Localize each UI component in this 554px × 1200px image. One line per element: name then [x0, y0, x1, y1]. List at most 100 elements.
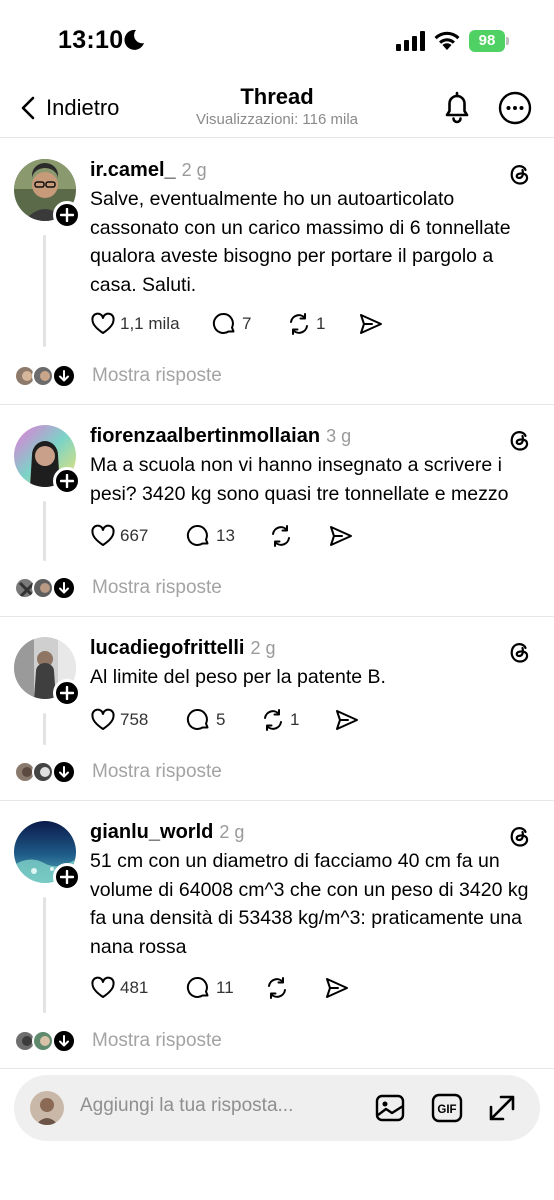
comment-icon [186, 525, 209, 546]
threads-logo-icon[interactable] [506, 161, 532, 187]
send-icon [326, 978, 348, 998]
follow-button[interactable] [53, 679, 81, 707]
reply-post: ir.camel_ 2 g Salve, eventualmente ho un … [0, 139, 554, 405]
follow-button[interactable] [53, 863, 81, 891]
like-button[interactable]: 1,1 mila [90, 311, 180, 337]
like-button[interactable]: 667 [90, 523, 148, 549]
image-icon[interactable] [374, 1092, 406, 1124]
battery-indicator: 98 [469, 30, 509, 52]
threads-logo-icon[interactable] [506, 639, 532, 665]
username-row[interactable]: fiorenzaalbertinmollaian 3 g [90, 425, 351, 448]
follow-button[interactable] [53, 467, 81, 495]
repost-icon [264, 709, 282, 731]
arrow-down-icon [52, 1029, 76, 1053]
arrow-down-icon [52, 364, 76, 388]
home-indicator-area [0, 1160, 554, 1200]
moon-icon [124, 29, 144, 50]
post-time: 2 g [250, 638, 276, 658]
username: ir.camel_ [90, 159, 176, 181]
username: lucadiegofrittelli [90, 637, 245, 659]
share-button[interactable] [324, 975, 350, 1001]
comment-button[interactable]: 13 [186, 523, 235, 549]
show-replies-row[interactable]: Mostra risposte [14, 573, 254, 603]
post-time: 3 g [326, 426, 352, 446]
mini-avatar [32, 1030, 54, 1052]
like-count: 481 [120, 978, 149, 997]
send-icon [360, 314, 382, 334]
more-options-icon[interactable] [498, 91, 532, 125]
repost-icon [290, 313, 308, 335]
thread-line [43, 897, 46, 1013]
comment-count: 11 [216, 978, 234, 997]
reply-post: fiorenzaalbertinmollaian 3 g Ma a scuola … [0, 405, 554, 617]
repost-icon [272, 525, 290, 547]
like-button[interactable]: 758 [90, 707, 148, 733]
reply-post: gianlu_world 2 g 51 cm con un diametro di… [0, 801, 554, 1069]
username-row[interactable]: ir.camel_ 2 g [90, 159, 207, 182]
post-actions: 481 11 [90, 975, 390, 1005]
share-button[interactable] [334, 707, 360, 733]
show-replies-link: Mostra risposte [92, 577, 222, 598]
show-replies-link: Mostra risposte [92, 365, 222, 386]
post-text: 51 cm con un diametro di facciamo 40 cm … [90, 850, 529, 958]
share-button[interactable] [328, 523, 354, 549]
heart-icon [91, 524, 115, 546]
show-replies-link: Mostra risposte [92, 761, 222, 782]
reply-post: lucadiegofrittelli 2 g Al limite del peso… [0, 617, 554, 801]
avatar [30, 1091, 64, 1125]
gif-icon[interactable]: GIF [431, 1092, 463, 1124]
repost-button[interactable]: 1 [286, 311, 325, 337]
show-replies-link: Mostra risposte [92, 1030, 222, 1051]
repost-button[interactable] [268, 523, 294, 549]
repost-icon [268, 977, 286, 999]
bell-icon[interactable] [441, 90, 473, 124]
comment-count: 5 [216, 710, 226, 729]
send-icon [336, 710, 358, 730]
comment-icon [212, 313, 235, 334]
follow-button[interactable] [53, 201, 81, 229]
username-row[interactable]: gianlu_world 2 g [90, 821, 244, 844]
repost-button[interactable] [264, 975, 290, 1001]
like-count: 1,1 mila [120, 314, 180, 333]
thread-line [43, 501, 46, 561]
arrow-down-icon [52, 760, 76, 784]
like-count: 667 [120, 526, 149, 545]
svg-text:GIF: GIF [437, 1104, 456, 1116]
post-text: Salve, eventualmente ho un autoarticolat… [90, 188, 511, 296]
plus-icon [60, 870, 74, 884]
threads-logo-icon[interactable] [506, 823, 532, 849]
plus-icon [60, 208, 74, 222]
arrow-down-icon [52, 576, 76, 600]
threads-logo-icon[interactable] [506, 427, 532, 453]
post-actions: 1,1 mila 7 1 [90, 311, 390, 341]
comment-count: 7 [242, 314, 252, 333]
battery-level: 98 [469, 30, 505, 52]
show-replies-row[interactable]: Mostra risposte [14, 361, 254, 391]
reply-input[interactable] [80, 1095, 360, 1117]
cellular-signal-icon [396, 31, 425, 51]
thread-line [43, 235, 46, 347]
wifi-icon [434, 31, 460, 50]
mini-avatar [32, 365, 54, 387]
post-actions: 667 13 [90, 523, 390, 553]
status-bar: 13:10 98 [0, 0, 554, 80]
show-replies-row[interactable]: Mostra risposte [14, 1026, 254, 1056]
comment-button[interactable]: 7 [212, 311, 251, 337]
like-button[interactable]: 481 [90, 975, 148, 1001]
comment-button[interactable]: 11 [186, 975, 234, 1001]
show-replies-row[interactable]: Mostra risposte [14, 757, 254, 787]
status-time: 13:10 [58, 26, 124, 54]
repost-count: 1 [316, 314, 326, 333]
like-count: 758 [120, 710, 149, 729]
share-button[interactable] [358, 311, 384, 337]
post-text: Ma a scuola non vi hanno insegnato a scr… [90, 454, 509, 505]
username-row[interactable]: lucadiegofrittelli 2 g [90, 637, 276, 660]
heart-icon [91, 708, 115, 730]
comment-icon [186, 709, 209, 730]
expand-icon[interactable] [486, 1092, 518, 1124]
heart-icon [91, 976, 115, 998]
repost-button[interactable]: 1 [260, 707, 299, 733]
battery-tip [506, 37, 509, 45]
comment-button[interactable]: 5 [186, 707, 225, 733]
username: fiorenzaalbertinmollaian [90, 425, 321, 447]
